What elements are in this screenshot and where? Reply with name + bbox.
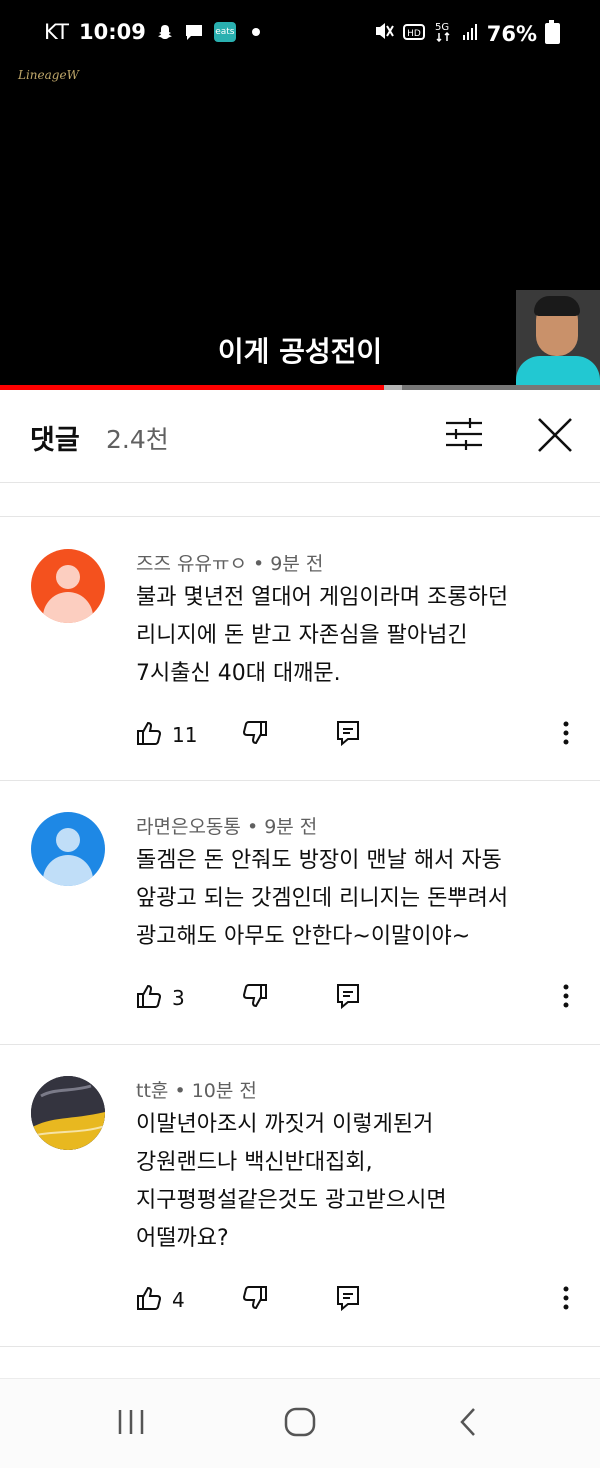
like-count: 3 [172,986,185,1010]
streamer-webcam [516,290,600,390]
video-player[interactable]: KT 10:09 eats HD 5G 76% LineageW 이게 공성전이 [0,0,600,390]
signal-icon [461,22,479,46]
comment-text: 불과 몇년전 열대어 게임이라며 조롱하던 리니지에 돈 받고 자존심을 팔아넘… [136,585,509,686]
reply-icon [337,984,359,1010]
comment-meta: tt훈 • 10분 전 [136,1080,257,1102]
avatar[interactable] [31,812,105,886]
more-vert-icon [563,984,569,1008]
like-button[interactable]: 4 [136,1285,185,1315]
thumbs-up-icon [136,1285,162,1315]
like-count: 4 [172,1288,185,1312]
mute-vibrate-icon [373,21,395,46]
reply-button[interactable] [336,720,360,750]
thumbs-up-icon [136,983,162,1013]
snapchat-icon [156,23,174,41]
5g-icon: 5G [433,20,453,47]
dislike-button[interactable] [242,720,268,750]
recent-apps-icon [118,1410,144,1434]
svg-text:HD: HD [407,29,421,39]
comment-meta: 라면은오동통 • 9분 전 [136,816,318,838]
comments-count: 2.4천 [106,425,169,454]
comment-meta: 즈즈 유유ㅠㅇ • 9분 전 [136,553,324,575]
clock: 10:09 [78,20,146,44]
comment-actions: 11 [136,720,576,752]
comment-text: 이말년아조시 까짓거 이렇게된거 강원랜드나 백신반대집회, 지구평평설같은것도… [136,1112,447,1251]
comment-text: 돌겜은 돈 안줘도 방장이 맨날 해서 자동 앞광고 되는 갓겜인데 리니지는 … [136,848,509,949]
thumbs-down-icon [242,1286,267,1310]
recent-apps-button[interactable] [116,1407,146,1441]
comment-author[interactable]: 즈즈 유유ㅠㅇ [136,553,247,575]
more-vert-icon [563,721,569,745]
reply-button[interactable] [336,983,360,1013]
more-options-button[interactable] [554,720,578,750]
message-icon [184,23,204,41]
carrier-label: KT [44,20,69,44]
reply-button[interactable] [336,1285,360,1315]
scrolled-comment-edge [0,482,600,517]
comment-actions: 4 [136,1285,576,1317]
thumbs-down-icon [242,984,267,1008]
avatar[interactable] [31,549,105,623]
more-vert-icon [563,1286,569,1310]
svg-text:5G: 5G [435,22,449,33]
back-button[interactable] [456,1407,480,1441]
comment-item: tt훈 • 10분 전 이말년아조시 까짓거 이렇게된거 강원랜드나 백신반대집… [0,1044,600,1347]
hd-voice-icon: HD [402,22,425,46]
thumbs-down-icon [242,721,267,745]
more-options-button[interactable] [554,1285,578,1315]
dislike-button[interactable] [242,983,268,1013]
home-icon [284,1407,316,1437]
comment-author[interactable]: 라면은오동통 [136,816,241,838]
reply-icon [337,721,359,747]
comment-time: 9분 전 [270,553,324,575]
home-button[interactable] [283,1407,317,1441]
more-options-button[interactable] [554,983,578,1013]
thumbs-up-icon [136,720,162,750]
avatar[interactable] [31,1076,105,1150]
like-button[interactable]: 11 [136,720,197,750]
comments-header: 댓글 2.4천 [0,390,600,483]
comment-item: 즈즈 유유ㅠㅇ • 9분 전 불과 몇년전 열대어 게임이라며 조롱하던 리니지… [0,517,600,781]
back-icon [460,1408,475,1436]
comment-actions: 3 [136,983,576,1015]
sort-filter-icon[interactable] [444,416,484,452]
channel-watermark-logo: LineageW [18,68,79,82]
video-subtitle: 이게 공성전이 [217,335,383,368]
comment-item: 라면은오동통 • 9분 전 돌겜은 돈 안줘도 방장이 맨날 해서 자동 앞광고… [0,780,600,1045]
status-bar: KT 10:09 eats HD 5G 76% [0,0,600,64]
like-button[interactable]: 3 [136,983,185,1013]
comment-author[interactable]: tt훈 [136,1080,168,1102]
battery-percent: 76% [486,21,537,46]
eats-app-icon: eats [213,22,236,42]
system-navigation-bar [0,1378,600,1468]
battery-icon [545,20,560,44]
comment-time: 9분 전 [264,816,318,838]
reply-icon [337,1286,359,1312]
comment-time: 10분 전 [191,1080,257,1102]
notification-dot-icon [251,28,260,36]
dislike-button[interactable] [242,1285,268,1315]
comments-title: 댓글 [30,425,80,456]
like-count: 11 [172,723,198,747]
close-icon[interactable] [536,416,574,454]
